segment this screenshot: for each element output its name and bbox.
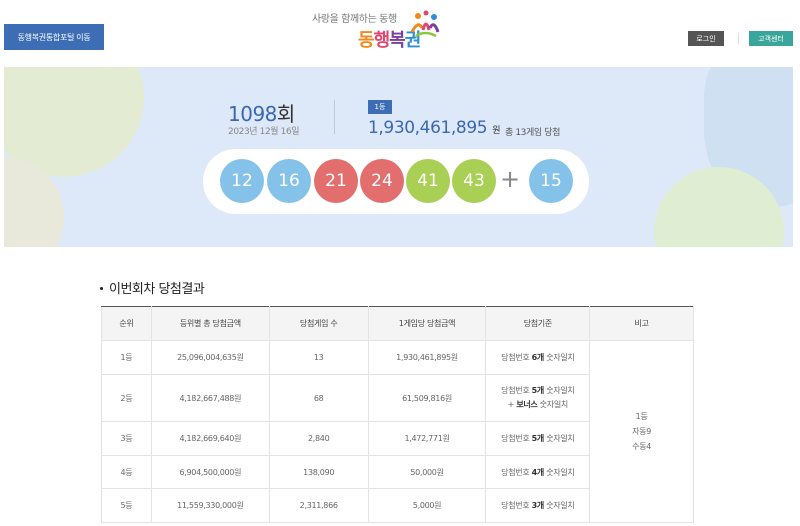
criteria-count: 5개 (531, 386, 545, 395)
site-logo[interactable]: 사랑을 함께하는 동행 동행복권 (300, 8, 450, 52)
criteria-text: 숫자일치 (543, 353, 575, 362)
winning-number-ball: 43 (452, 159, 496, 203)
total-amount-cell: 25,096,004,635원 (150, 340, 270, 375)
rank-cell: 4등 (101, 455, 152, 489)
note-cell: 1등 자동9 수동4 (589, 340, 694, 523)
draw-number-unit: 회 (276, 102, 295, 126)
per-game-amount-cell: 5,000원 (367, 488, 487, 523)
winner-count-cell: 2,840 (268, 421, 369, 456)
per-game-amount-cell: 61,509,816원 (367, 374, 487, 422)
total-amount-cell: 11,559,330,000원 (150, 488, 270, 523)
criteria-line: + 보너스 숫자일치 (486, 398, 589, 412)
column-header: 순위 (101, 306, 152, 341)
column-header: 당첨게임 수 (268, 306, 369, 341)
criteria-text: 숫자일치 (537, 400, 569, 409)
winner-count-cell: 13 (268, 340, 369, 375)
first-prize-amount: 1,930,461,895 원 (368, 118, 500, 138)
logo-brand-char-1: 동 (358, 30, 375, 51)
criteria-count: 4개 (531, 467, 545, 477)
criteria-text: + (507, 400, 517, 409)
winner-count-cell: 68 (268, 374, 369, 422)
note-line: 수동4 (632, 442, 652, 451)
criteria-cell: 당첨번호 3개 숫자일치 (485, 488, 591, 523)
bullet-icon (100, 286, 103, 290)
first-prize-unit: 원 (492, 126, 501, 136)
criteria-text: 당첨번호 (501, 386, 532, 395)
total-amount-cell: 6,904,500,000원 (150, 455, 270, 489)
table-header-row: 순위 등위별 총 당첨금액 당첨게임 수 1게임당 당첨금액 당첨기준 비고 (101, 306, 694, 341)
criteria-text: 당첨번호 (501, 434, 532, 443)
criteria-cell: 당첨번호 5개 숫자일치 (485, 421, 591, 456)
criteria-text: 당첨번호 (501, 501, 532, 510)
criteria-text: 숫자일치 (543, 434, 575, 443)
rank-cell: 3등 (101, 421, 152, 456)
criteria-text: 숫자일치 (543, 501, 575, 510)
per-game-amount-cell: 1,930,461,895원 (367, 340, 487, 375)
portal-button[interactable]: 동행복권통합포털 이동 (4, 24, 104, 50)
logo-figures-icon (410, 10, 440, 38)
first-prize-badge: 1등 (368, 100, 392, 114)
header-divider (738, 33, 739, 44)
winning-number-ball: 24 (360, 159, 404, 203)
note-line: 자동9 (632, 427, 652, 436)
first-prize-value: 1,930,461,895 (368, 118, 488, 138)
column-header: 1게임당 당첨금액 (367, 306, 487, 341)
winning-number-ball: 16 (267, 159, 311, 203)
per-game-amount-cell: 1,472,771원 (367, 421, 487, 456)
per-game-amount-cell: 50,000원 (367, 455, 487, 489)
rank-cell: 5등 (101, 488, 152, 523)
section-title: 이번회차 당첨결과 (100, 278, 205, 297)
bonus-number-ball: 15 (529, 159, 573, 203)
criteria-cell: 당첨번호 6개 숫자일치 (485, 340, 591, 375)
criteria-count: 5개 (531, 434, 545, 443)
rank-cell: 2등 (101, 374, 152, 422)
total-amount-cell: 4,182,669,640원 (150, 421, 270, 456)
criteria-text: 숫자일치 (543, 467, 575, 477)
prize-results-table: 순위 등위별 총 당첨금액 당첨게임 수 1게임당 당첨금액 당첨기준 비고 1… (101, 306, 694, 523)
criteria-text: 당첨번호 (501, 467, 532, 477)
criteria-text: 숫자일치 (543, 386, 575, 395)
column-header: 등위별 총 당첨금액 (150, 306, 270, 341)
criteria-line: 당첨번호 5개 숫자일치 (486, 384, 589, 398)
draw-number: 1098회 (228, 98, 295, 127)
criteria-text: 당첨번호 (501, 353, 532, 362)
column-header: 당첨기준 (485, 306, 591, 341)
draw-date: 2023년 12월 16일 (228, 127, 300, 137)
logo-slogan: 사랑을 함께하는 동행 (312, 14, 397, 25)
criteria-count: 6개 (531, 353, 545, 362)
winning-number-ball: 21 (314, 159, 358, 203)
column-header: 비고 (589, 306, 694, 341)
total-amount-cell: 4,182,667,488원 (150, 374, 270, 422)
note-line: 1등 (635, 412, 648, 421)
winning-number-ball: 41 (406, 159, 450, 203)
rank-cell: 1등 (101, 340, 152, 375)
login-button[interactable]: 로그인 (688, 31, 724, 46)
winner-count-cell: 138,090 (268, 455, 369, 489)
criteria-cell: 당첨번호 5개 숫자일치 + 보너스 숫자일치 (485, 374, 591, 422)
winning-numbers: 12 16 21 24 41 43 + 15 (203, 149, 589, 214)
criteria-count: 3개 (531, 501, 545, 510)
criteria-cell: 당첨번호 4개 숫자일치 (485, 455, 591, 489)
customer-center-button[interactable]: 고객센터 (749, 31, 793, 46)
logo-brand-char-3: 복 (389, 30, 406, 51)
logo-brand-char-2: 행 (373, 30, 391, 51)
criteria-bonus: 보너스 (516, 400, 538, 409)
bonus-plus-sign: + (500, 165, 521, 193)
draw-number-value: 1098 (228, 102, 277, 126)
winner-count-cell: 2,311,866 (268, 488, 369, 523)
section-title-text: 이번회차 당첨결과 (109, 282, 205, 297)
table-row: 1등 25,096,004,635원 13 1,930,461,895원 당첨번… (101, 340, 694, 523)
winning-number-ball: 12 (220, 159, 264, 203)
banner-separator (334, 100, 335, 134)
first-prize-winner-count: 총 13게임 당첨 (505, 128, 560, 138)
